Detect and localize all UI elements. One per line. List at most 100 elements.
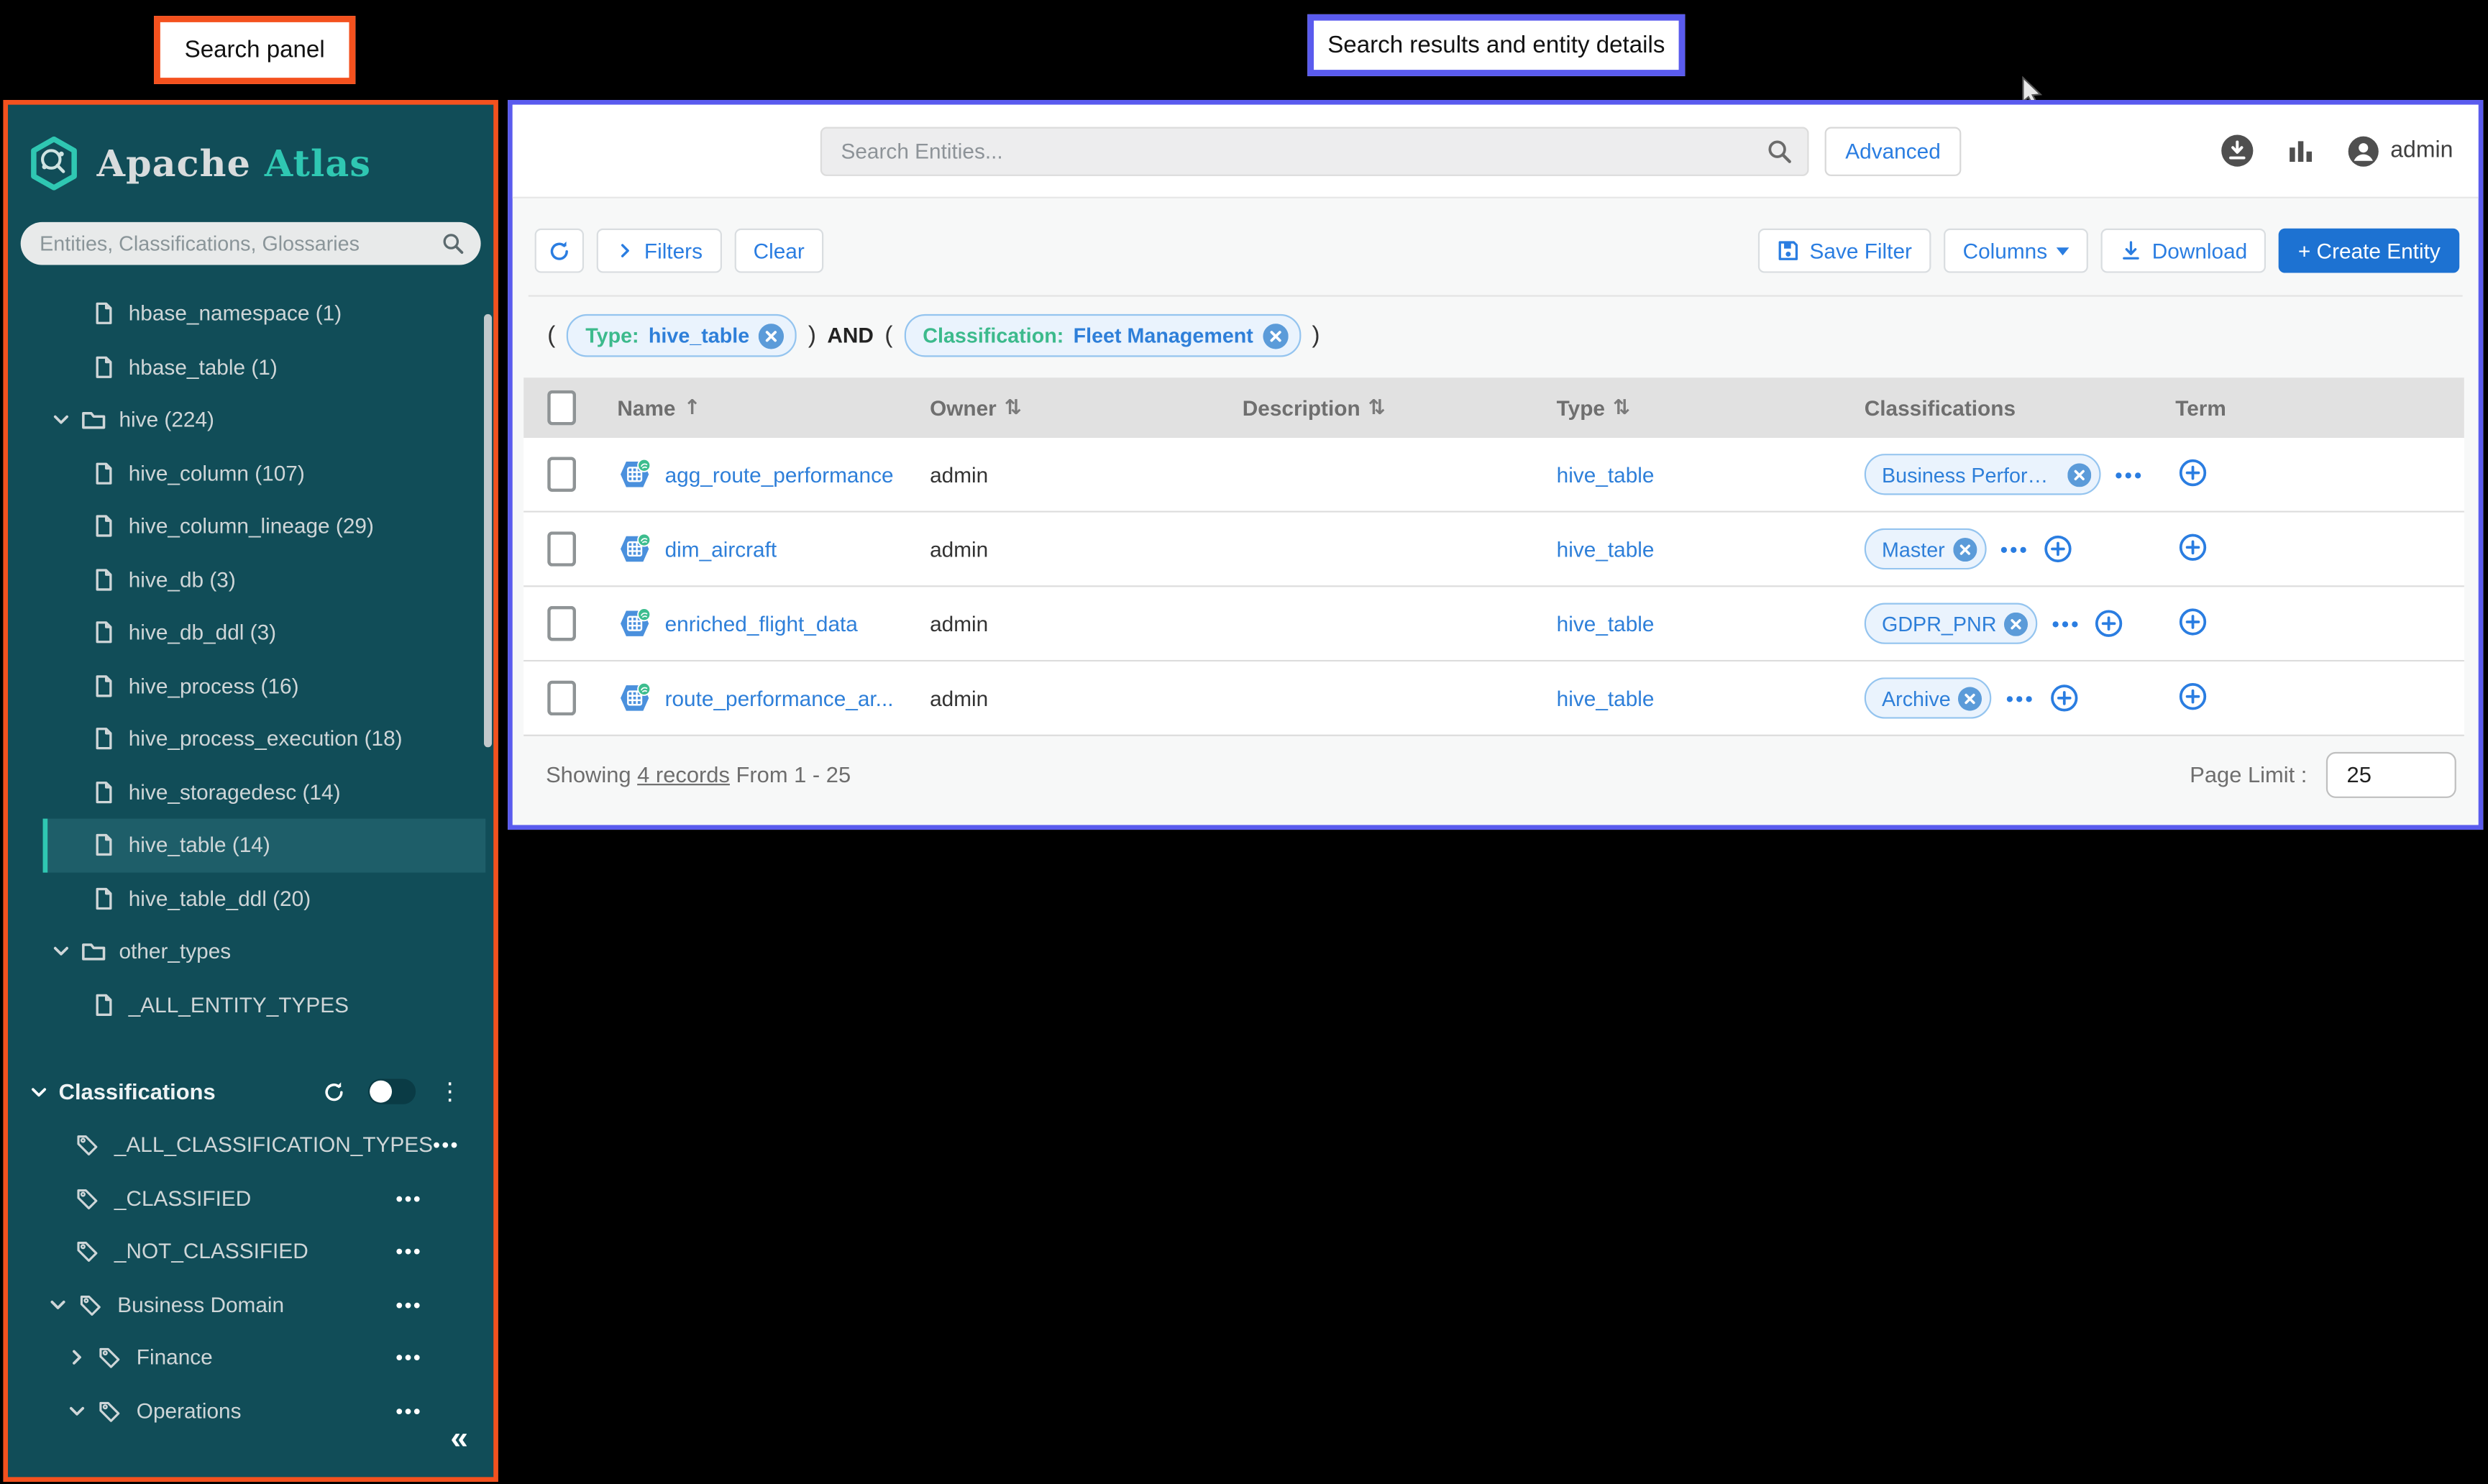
- classification-chip[interactable]: Business Performa...: [1864, 454, 2101, 495]
- table-header-cell[interactable]: Owner ⇅: [911, 396, 1224, 420]
- sidebar-search-input[interactable]: [20, 221, 481, 265]
- entity-type-link[interactable]: hive_table: [1557, 537, 1655, 561]
- entity-type-tree-item[interactable]: hbase_table (1): [47, 340, 485, 393]
- entity-type-tree-item[interactable]: hive_process (16): [47, 659, 485, 713]
- sort-icon[interactable]: ↑: [684, 396, 701, 420]
- classification-chip[interactable]: Master: [1864, 528, 1987, 570]
- filter-chip[interactable]: Classification: Fleet Management: [903, 313, 1302, 357]
- save-filter-button[interactable]: Save Filter: [1758, 228, 1931, 273]
- search-icon[interactable]: [1766, 137, 1793, 165]
- sort-icon[interactable]: ⇅: [1613, 396, 1630, 420]
- classification-view-toggle[interactable]: [367, 1078, 416, 1104]
- chevron-down-icon[interactable]: [51, 941, 73, 962]
- entity-type-tree-item[interactable]: other_types: [47, 925, 485, 978]
- add-term-icon[interactable]: [2179, 532, 2208, 561]
- item-options-icon[interactable]: •••: [395, 1399, 422, 1423]
- add-term-icon[interactable]: [2179, 607, 2208, 636]
- item-options-icon[interactable]: •••: [395, 1293, 422, 1316]
- entity-type-link[interactable]: hive_table: [1557, 462, 1655, 486]
- chevron-down-icon[interactable]: [29, 1081, 50, 1102]
- collapse-sidebar-icon[interactable]: «: [450, 1421, 468, 1458]
- classification-tree-item[interactable]: _NOT_CLASSIFIED •••: [47, 1224, 485, 1278]
- classification-tree-item[interactable]: Operations •••: [47, 1384, 485, 1437]
- classification-tree-item[interactable]: _CLASSIFIED •••: [47, 1172, 485, 1225]
- remove-filter-icon[interactable]: [759, 323, 784, 348]
- statistics-icon[interactable]: [2284, 135, 2315, 167]
- table-header-cell[interactable]: Classifications: [1845, 396, 2156, 420]
- classification-tree-item[interactable]: Finance •••: [47, 1331, 485, 1384]
- entity-type-tree-item[interactable]: _ALL_ENTITY_TYPES: [47, 978, 485, 1031]
- advanced-button[interactable]: Advanced: [1824, 126, 1962, 175]
- select-all-checkbox[interactable]: [546, 390, 575, 426]
- table-header-cell[interactable]: Term: [2157, 396, 2464, 420]
- remove-classification-icon[interactable]: [2004, 612, 2028, 636]
- row-checkbox[interactable]: [546, 680, 575, 716]
- entity-type-tree-item[interactable]: hive_table_ddl (20): [47, 872, 485, 925]
- records-count-link[interactable]: 4 records: [637, 761, 730, 787]
- classification-chip[interactable]: GDPR_PNR: [1864, 603, 2038, 644]
- refresh-results-button[interactable]: [534, 228, 585, 273]
- add-term-icon[interactable]: [2179, 458, 2208, 487]
- entity-type-tree-item[interactable]: hive_storagedesc (14): [47, 766, 485, 819]
- entity-type-tree-item[interactable]: hive_db (3): [47, 553, 485, 606]
- chevron-icon[interactable]: [67, 1347, 89, 1368]
- chevron-down-icon[interactable]: [51, 410, 73, 431]
- more-classifications-icon[interactable]: •••: [2052, 612, 2081, 636]
- entity-name-link[interactable]: dim_aircraft: [665, 537, 777, 561]
- classification-chip[interactable]: Archive: [1864, 677, 1993, 719]
- item-options-icon[interactable]: •••: [395, 1186, 422, 1210]
- row-checkbox[interactable]: [546, 457, 575, 493]
- item-options-icon[interactable]: •••: [395, 1240, 422, 1263]
- page-limit-input[interactable]: [2325, 751, 2456, 797]
- add-classification-icon[interactable]: [2044, 535, 2072, 564]
- download-button[interactable]: Download: [2101, 228, 2267, 273]
- entity-name-link[interactable]: route_performance_ar...: [665, 686, 894, 710]
- remove-classification-icon[interactable]: [1959, 686, 1982, 710]
- item-options-icon[interactable]: •••: [395, 1346, 422, 1370]
- filter-chip[interactable]: Type: hive_table: [566, 313, 797, 357]
- add-classification-icon[interactable]: [2095, 609, 2124, 638]
- row-checkbox[interactable]: [546, 605, 575, 641]
- entity-name-link[interactable]: agg_route_performance: [665, 462, 894, 486]
- classification-tree-item[interactable]: Business Domain •••: [47, 1278, 485, 1331]
- remove-classification-icon[interactable]: [2067, 462, 2091, 486]
- entity-name-link[interactable]: enriched_flight_data: [665, 612, 858, 636]
- remove-classification-icon[interactable]: [1953, 537, 1977, 561]
- more-classifications-icon[interactable]: •••: [2000, 537, 2029, 561]
- table-header-cell[interactable]: Type ⇅: [1537, 396, 1845, 420]
- add-classification-icon[interactable]: [2049, 684, 2078, 713]
- more-classifications-icon[interactable]: •••: [2006, 686, 2035, 710]
- entity-type-link[interactable]: hive_table: [1557, 686, 1655, 710]
- table-header-cell[interactable]: Description ⇅: [1223, 396, 1537, 420]
- row-checkbox[interactable]: [546, 531, 575, 567]
- sort-icon[interactable]: ⇅: [1005, 396, 1022, 420]
- entity-type-tree-item[interactable]: hive_process_execution (18): [47, 713, 485, 766]
- entity-type-tree-item[interactable]: hive_column (107): [47, 446, 485, 500]
- entity-type-tree-item[interactable]: hive_db_ddl (3): [47, 606, 485, 659]
- about-download-icon[interactable]: [2219, 133, 2254, 168]
- remove-filter-icon[interactable]: [1263, 323, 1288, 348]
- entity-type-tree-item[interactable]: hbase_namespace (1): [47, 287, 485, 340]
- item-options-icon[interactable]: •••: [433, 1133, 459, 1157]
- filters-button[interactable]: Filters: [596, 228, 722, 273]
- kebab-menu-icon[interactable]: ⋮: [438, 1080, 462, 1104]
- chevron-icon[interactable]: [67, 1401, 89, 1421]
- add-term-icon[interactable]: [2179, 682, 2208, 710]
- chevron-icon[interactable]: [47, 1294, 70, 1315]
- sort-icon[interactable]: ⇅: [1368, 396, 1386, 420]
- entity-type-tree-item[interactable]: hive (224): [47, 393, 485, 446]
- user-menu[interactable]: admin: [2346, 134, 2453, 167]
- entity-type-link[interactable]: hive_table: [1557, 612, 1655, 636]
- columns-button[interactable]: Columns: [1944, 228, 2089, 273]
- create-entity-button[interactable]: + Create Entity: [2279, 228, 2460, 273]
- classifications-header[interactable]: Classifications ⋮: [29, 1065, 462, 1119]
- entity-type-tree-item[interactable]: hive_column_lineage (29): [47, 500, 485, 553]
- refresh-icon[interactable]: [322, 1080, 346, 1104]
- sidebar-scrollbar[interactable]: [484, 313, 493, 748]
- app-logo[interactable]: Apache Atlas: [8, 105, 493, 191]
- more-classifications-icon[interactable]: •••: [2115, 462, 2144, 486]
- clear-button[interactable]: Clear: [734, 228, 824, 273]
- table-header-cell[interactable]: Name ↑: [598, 396, 911, 420]
- entity-type-tree-item[interactable]: hive_table (14): [42, 818, 486, 872]
- entity-search-input[interactable]: [820, 126, 1809, 175]
